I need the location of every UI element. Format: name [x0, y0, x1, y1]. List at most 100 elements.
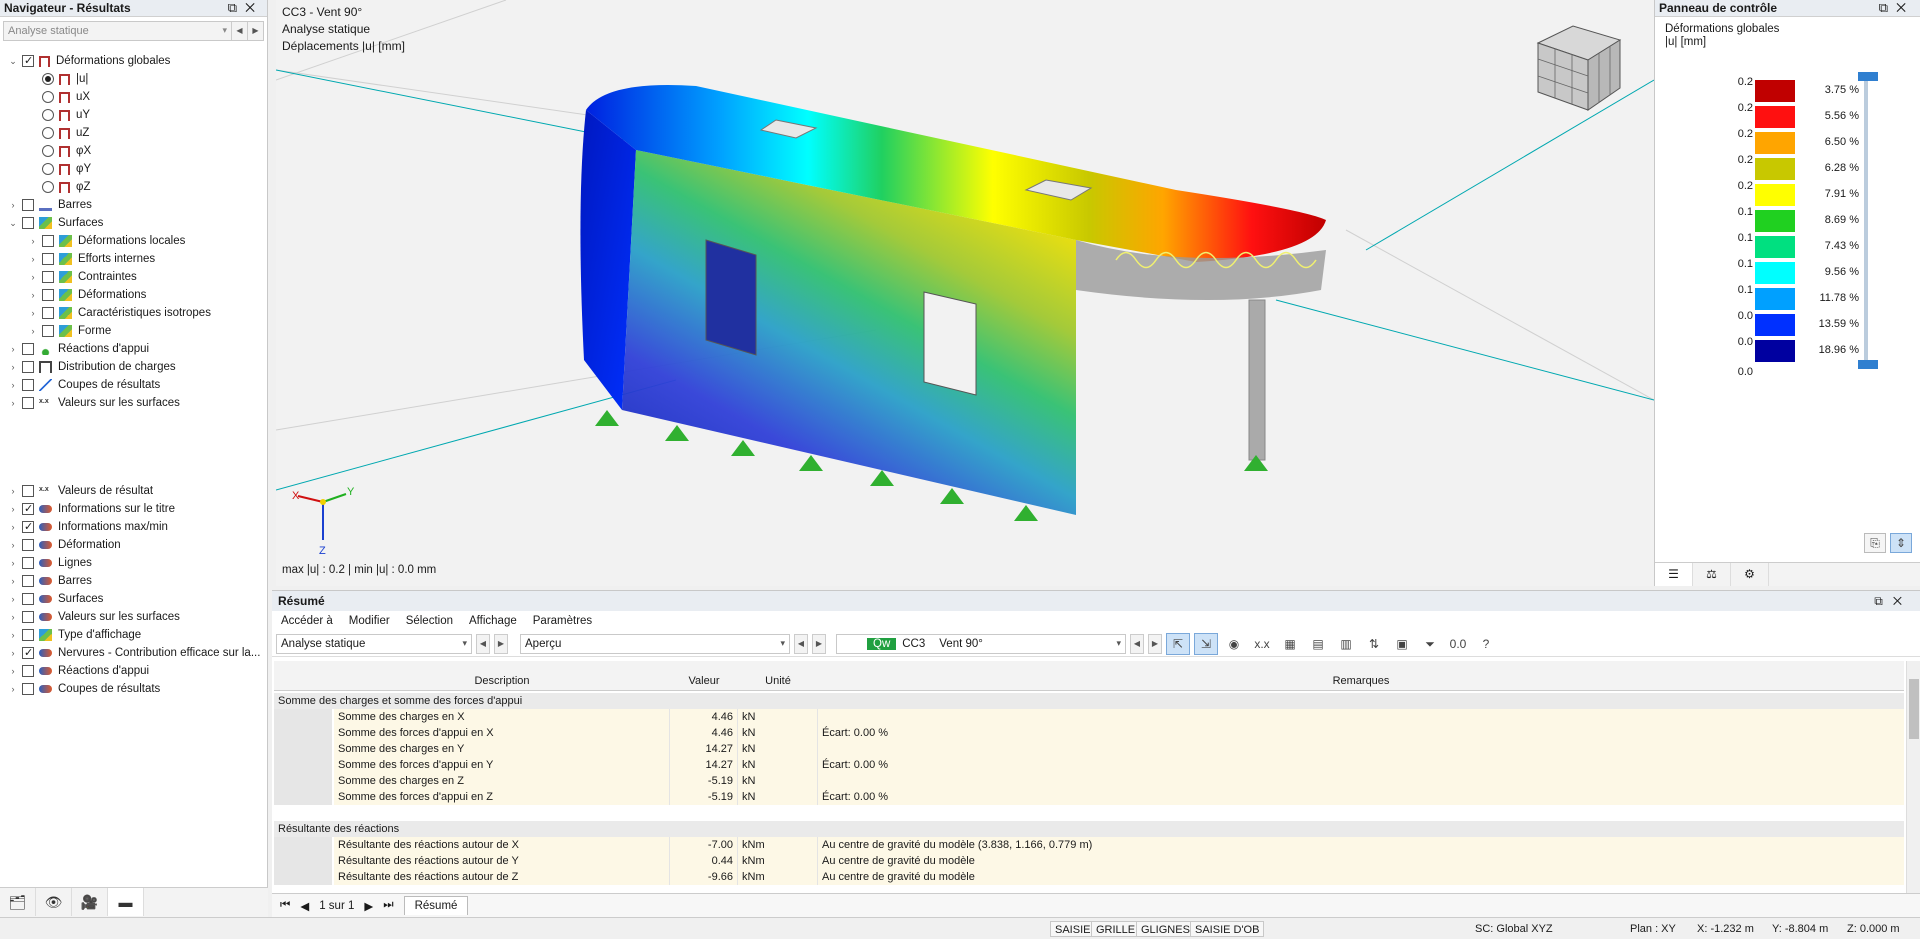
decimals-icon[interactable]: 0.0 [1446, 633, 1470, 655]
slider-top-handle[interactable] [1858, 72, 1878, 81]
table-row[interactable]: Résultante des réactions autour de Z -9.6… [274, 869, 1904, 885]
chevron-right-icon[interactable]: › [8, 500, 18, 518]
scroll-thumb[interactable] [1909, 679, 1919, 739]
col-value[interactable]: Valeur [670, 675, 738, 687]
load-case-select[interactable]: Qw CC3 Vent 90° ▾ [836, 633, 1126, 654]
tree-item[interactable]: › Déformations locales [28, 232, 185, 250]
display-item[interactable]: › Informations sur le titre [8, 500, 175, 518]
checkbox[interactable] [22, 500, 34, 518]
chevron-right-icon[interactable]: › [8, 680, 18, 698]
checkbox[interactable] [22, 683, 34, 695]
prev-icon[interactable]: ◀ [476, 633, 490, 654]
close-icon[interactable]: ✕ [1896, 0, 1914, 15]
radio-button[interactable] [42, 91, 54, 103]
view-cube[interactable] [1528, 18, 1628, 116]
checkbox[interactable] [42, 289, 54, 301]
chevron-down-icon[interactable]: ⌄ [8, 214, 18, 232]
checkbox[interactable] [22, 575, 34, 587]
legend-slider-track[interactable] [1864, 75, 1868, 365]
chevron-right-icon[interactable]: › [28, 268, 38, 286]
checkbox[interactable] [22, 665, 34, 677]
display-item[interactable]: › Déformation [8, 536, 121, 554]
table-row[interactable]: Somme des forces d'appui en X 4.46 kN Écart… [274, 725, 1904, 741]
checkbox[interactable] [42, 307, 54, 319]
display-item[interactable]: › Informations max/min [8, 518, 168, 536]
table-row[interactable]: Résultante des réactions autour de Y 0.44… [274, 853, 1904, 869]
tree-item[interactable]: uZ [28, 124, 89, 142]
chevron-right-icon[interactable]: › [8, 608, 18, 626]
col-unit[interactable]: Unité [738, 675, 818, 687]
checkbox[interactable] [42, 271, 54, 283]
select-in-view-icon[interactable]: ⇲ [1194, 632, 1218, 655]
color-scale-tab-icon[interactable]: ☰ [1655, 563, 1693, 586]
checkbox[interactable] [22, 518, 34, 536]
chevron-right-icon[interactable]: › [8, 590, 18, 608]
prev-page-icon[interactable]: ◀ [300, 899, 309, 913]
menu-item[interactable]: Affichage [469, 611, 517, 631]
table-insert-icon[interactable]: ▤ [1306, 633, 1330, 655]
radio-button[interactable] [42, 73, 54, 85]
prev-arrow-icon[interactable]: ◀ [231, 22, 247, 40]
prev-icon[interactable]: ◀ [1130, 633, 1144, 654]
display-item[interactable]: › Valeurs sur les surfaces [8, 608, 180, 626]
legend-settings-icon[interactable]: ⇕ [1890, 533, 1912, 553]
analysis-combo[interactable]: Analyse statique ▾ ◀ ▶ [3, 21, 264, 41]
chevron-right-icon[interactable]: › [28, 286, 38, 304]
chevron-right-icon[interactable]: › [8, 196, 18, 214]
float-icon[interactable]: ⧉ [1874, 594, 1893, 608]
last-page-icon[interactable]: ⏭ [383, 899, 393, 912]
checkbox[interactable] [42, 325, 54, 337]
views-tab-icon[interactable]: 🎥 [72, 888, 108, 916]
radio-button[interactable] [42, 109, 54, 121]
values-icon[interactable]: x.x [1250, 633, 1274, 655]
table-remove-icon[interactable]: ▥ [1334, 633, 1358, 655]
group-row[interactable]: Résultante des réactions [274, 821, 1904, 837]
display-tab-icon[interactable]: 👁 [36, 888, 72, 916]
display-item[interactable]: › x.x Valeurs de résultat [8, 482, 153, 500]
tree-item[interactable]: φZ [28, 178, 90, 196]
slider-bottom-handle[interactable] [1858, 360, 1878, 369]
prev-icon[interactable]: ◀ [794, 633, 808, 654]
menu-item[interactable]: Sélection [406, 611, 453, 631]
analysis-type-select[interactable]: Analyse statique ▾ [276, 633, 472, 654]
table-icon[interactable]: ▦ [1278, 633, 1302, 655]
table-row[interactable]: Somme des forces d'appui en Y 14.27 kN Écar… [274, 757, 1904, 773]
checkbox[interactable] [22, 629, 34, 641]
factors-tab-icon[interactable]: ⚙ [1731, 563, 1769, 586]
next-icon[interactable]: ▶ [494, 633, 508, 654]
tree-item[interactable]: φY [28, 160, 91, 178]
checkbox[interactable] [22, 397, 34, 409]
checkbox[interactable] [22, 217, 34, 229]
visibility-icon[interactable]: ◉ [1222, 633, 1246, 655]
checkbox[interactable] [22, 343, 34, 355]
results-tab-icon[interactable]: ▬ [108, 888, 144, 916]
tree-item[interactable]: uY [28, 106, 90, 124]
table-row[interactable]: Résultante des réactions autour de X -7.0… [274, 837, 1904, 853]
chevron-right-icon[interactable]: › [8, 554, 18, 572]
display-item[interactable]: › Nervures - Contribution efficace sur la… [8, 644, 261, 662]
col-remarks[interactable]: Remarques [818, 675, 1904, 687]
chevron-right-icon[interactable]: › [8, 358, 18, 376]
checkbox[interactable] [22, 539, 34, 551]
checkbox[interactable] [22, 557, 34, 569]
next-icon[interactable]: ▶ [812, 633, 826, 654]
float-icon[interactable]: ⧉ [1879, 0, 1896, 15]
checkbox[interactable] [22, 361, 34, 373]
3d-viewport[interactable]: CC3 - Vent 90° Analyse statique Déplacem… [276, 0, 1654, 586]
tree-item[interactable]: uX [28, 88, 90, 106]
object-snap-button[interactable]: SAISIE D'OB [1190, 921, 1265, 937]
tree-item[interactable]: › Coupes de résultats [8, 376, 160, 394]
table-row[interactable]: Somme des charges en Z -5.19 kN [274, 773, 1904, 789]
table-view-select[interactable]: Aperçu ▾ [520, 633, 790, 654]
tree-item[interactable]: › Déformations [28, 286, 146, 304]
checkbox[interactable] [42, 253, 54, 265]
checkbox[interactable] [22, 611, 34, 623]
chevron-right-icon[interactable]: › [28, 250, 38, 268]
close-icon[interactable]: ✕ [245, 0, 263, 15]
tree-item[interactable]: › Caractéristiques isotropes [28, 304, 211, 322]
tree-item[interactable]: φX [28, 142, 91, 160]
data-tab-icon[interactable]: 🗂 [0, 888, 36, 916]
chevron-right-icon[interactable]: › [8, 518, 18, 536]
tree-item[interactable]: ⌄ Surfaces [8, 214, 103, 232]
tab-summary[interactable]: Résumé [403, 896, 469, 915]
